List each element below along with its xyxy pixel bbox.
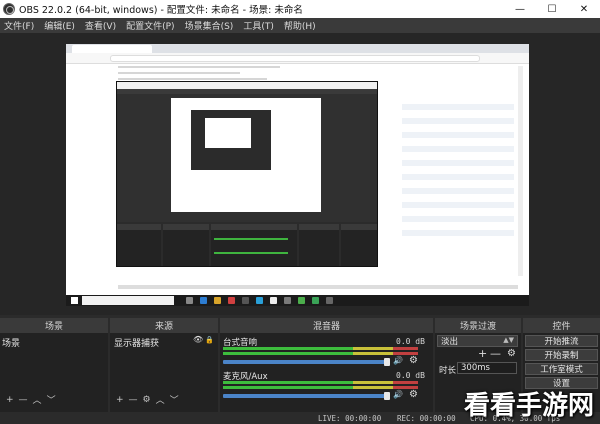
captured-windows-taskbar — [66, 295, 529, 306]
mixer-header: 混音器 — [220, 318, 433, 333]
chevron-down-icon: ▲▼ — [503, 336, 514, 344]
duration-value: 300ms — [461, 363, 490, 373]
remove-source-icon[interactable]: — — [129, 395, 138, 405]
captured-page-sidebar — [402, 104, 514, 244]
mixer-channel-2-meter — [223, 381, 418, 384]
captured-page-hscrollbar — [118, 285, 518, 289]
menu-scene-collection[interactable]: 场景集合(S) — [185, 19, 234, 32]
lock-icon[interactable]: 🔒 — [205, 336, 214, 344]
move-scene-up-icon[interactable]: ︿ — [33, 393, 42, 406]
menu-profile[interactable]: 配置文件(P) — [126, 19, 174, 32]
scene-item[interactable]: 场景 — [2, 336, 20, 349]
source-properties-gear-icon[interactable]: ⚙ — [143, 395, 151, 405]
transition-gear-icon[interactable]: ⚙ — [507, 348, 516, 359]
remove-scene-icon[interactable]: — — [19, 395, 28, 405]
maximize-button[interactable]: ☐ — [536, 0, 568, 18]
speaker-icon[interactable]: 🔊 — [393, 356, 403, 365]
scenes-header: 场景 — [0, 318, 108, 333]
menu-tools[interactable]: 工具(T) — [243, 19, 274, 32]
captured-browser-address-bar — [66, 53, 529, 64]
menu-help[interactable]: 帮助(H) — [284, 19, 316, 32]
nested-obs-capture — [116, 81, 378, 267]
controls-header: 控件 — [523, 318, 600, 333]
move-source-down-icon[interactable]: ﹀ — [170, 393, 179, 406]
mixer-channel-2-volume-slider[interactable] — [223, 394, 388, 398]
scenes-panel: 场景 + — ︿ ﹀ — [0, 333, 108, 412]
transitions-header: 场景过渡 — [435, 318, 521, 333]
title-bar: OBS 22.0.2 (64-bit, windows) - 配置文件: 未命名… — [0, 0, 600, 18]
add-scene-icon[interactable]: + — [6, 395, 14, 405]
move-scene-down-icon[interactable]: ﹀ — [47, 393, 56, 406]
rec-timer: REC: 00:00:00 — [397, 414, 456, 423]
mixer-channel-1-volume-handle[interactable] — [384, 358, 390, 366]
mixer-channel-1-volume-slider[interactable] — [223, 360, 388, 364]
start-recording-button[interactable]: 开始录制 — [525, 349, 598, 361]
transition-select[interactable]: 淡出 ▲▼ — [437, 335, 518, 347]
mixer-channel-2-volume-handle[interactable] — [384, 392, 390, 400]
menu-file[interactable]: 文件(F) — [4, 19, 34, 32]
menu-bar: 文件(F) 编辑(E) 查看(V) 配置文件(P) 场景集合(S) 工具(T) … — [0, 18, 600, 33]
mixer-channel-2-db: 0.0 dB — [396, 371, 425, 380]
duration-input[interactable]: 300ms — [457, 362, 517, 374]
close-button[interactable]: ✕ — [568, 0, 600, 18]
mixer-channel-1-gear-icon[interactable]: ⚙ — [409, 355, 418, 366]
transition-selected-value: 淡出 — [441, 337, 459, 347]
menu-edit[interactable]: 编辑(E) — [44, 19, 75, 32]
duration-label: 时长 — [439, 366, 457, 376]
mixer-channel-2-gear-icon[interactable]: ⚙ — [409, 389, 418, 400]
move-source-up-icon[interactable]: ︿ — [156, 393, 165, 406]
live-timer: LIVE: 00:00:00 — [318, 414, 382, 423]
captured-browser-tabs — [66, 44, 529, 53]
mixer-channel-2-meter-r — [223, 386, 418, 389]
sources-header: 来源 — [110, 318, 218, 333]
window-title: OBS 22.0.2 (64-bit, windows) - 配置文件: 未命名… — [19, 5, 303, 16]
preview-canvas[interactable] — [66, 44, 529, 306]
sources-panel: 显示器捕获 👁 🔒 + — ⚙ ︿ ﹀ — [110, 333, 218, 412]
watermark-text: 看看手游网 — [463, 391, 594, 421]
preview-area — [0, 33, 600, 315]
start-streaming-button[interactable]: 开始推流 — [525, 335, 598, 347]
menu-view[interactable]: 查看(V) — [85, 19, 116, 32]
mixer-channel-1-meter-r — [223, 352, 418, 355]
obs-app-icon — [3, 3, 15, 15]
add-source-icon[interactable]: + — [116, 395, 124, 405]
add-transition-icon[interactable]: + — [478, 347, 487, 360]
minimize-button[interactable]: — — [504, 0, 536, 18]
mixer-channel-1-meter — [223, 347, 418, 350]
mixer-channel-1-db: 0.0 dB — [396, 337, 425, 346]
captured-page-scrollbar — [518, 66, 523, 276]
studio-mode-button[interactable]: 工作室模式 — [525, 363, 598, 375]
visibility-eye-icon[interactable]: 👁 — [193, 335, 203, 344]
source-item[interactable]: 显示器捕获 — [114, 336, 159, 349]
speaker-icon-2[interactable]: 🔊 — [393, 390, 403, 399]
remove-transition-icon[interactable]: — — [490, 347, 501, 360]
